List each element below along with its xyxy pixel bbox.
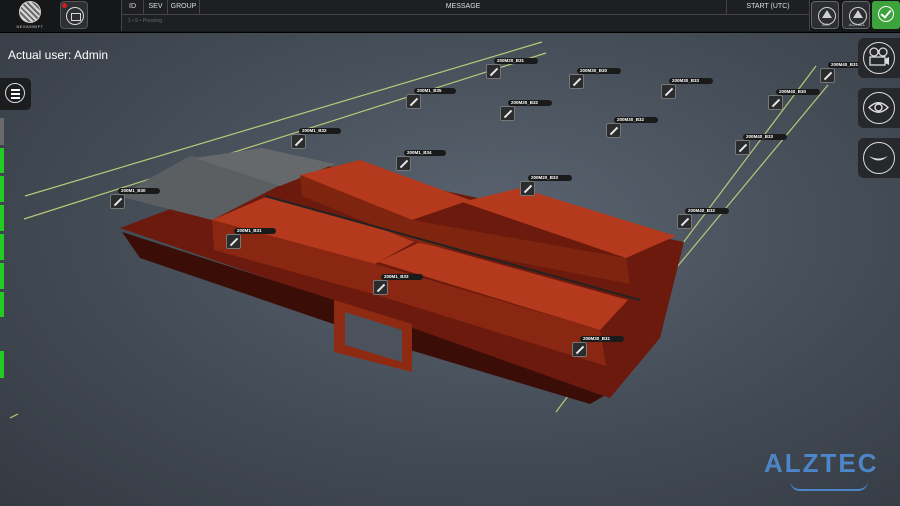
status-indicator <box>0 148 4 173</box>
status-indicator <box>0 118 4 145</box>
sensor-label: 200M30_B30 <box>577 68 622 74</box>
sensor-icon <box>110 194 125 209</box>
sensor-icon <box>396 156 411 171</box>
status-indicator <box>0 263 4 289</box>
sensor-label: 200M1_B33 <box>381 274 423 280</box>
view-button[interactable] <box>858 88 900 128</box>
sensor-label: 200M20_B31 <box>494 58 539 64</box>
sensor-icon <box>500 106 515 121</box>
sensor-label: 200M1_B30 <box>118 188 160 194</box>
sensor-label: 200M40_B33 <box>743 134 788 140</box>
hide-icon <box>863 142 895 174</box>
monitor-icon <box>66 7 84 25</box>
sensor-label: 200M20_B33 <box>528 175 573 181</box>
ack-label: ACK <box>821 22 831 27</box>
top-bar: NEXASWIFT ID SEV GROUP MESSAGE START (UT… <box>0 0 900 33</box>
sensor-label: 200M30_B33 <box>669 78 714 84</box>
sensor-icon <box>677 214 692 229</box>
actual-user-label: Actual user: Admin <box>8 48 109 62</box>
status-indicator <box>0 176 4 202</box>
sensor-icon <box>520 181 535 196</box>
confirm-button[interactable] <box>872 1 900 29</box>
column-header-id[interactable]: ID <box>122 0 144 14</box>
monitor-button[interactable] <box>60 1 88 29</box>
ack-button[interactable]: ACK <box>811 1 839 29</box>
alarm-table-header: ID SEV GROUP MESSAGE START (UTC) <box>122 0 809 15</box>
column-header-start[interactable]: START (UTC) <box>727 0 809 14</box>
checkmark-icon <box>878 6 894 22</box>
app-logo: NEXASWIFT <box>8 1 52 31</box>
guide-line <box>9 413 19 419</box>
sensor-label: 200M1_B31 <box>234 228 276 234</box>
sensor-icon <box>768 95 783 110</box>
alarm-row[interactable]: 1 • 5 • Pressing <box>122 15 809 27</box>
sensor-label: 200M30_B32 <box>614 117 659 123</box>
camera-icon <box>863 42 895 74</box>
sensor-icon <box>406 94 421 109</box>
brand-logo: ALZTEC <box>764 448 879 478</box>
status-indicator <box>0 292 4 317</box>
eye-icon <box>863 92 895 124</box>
menu-button[interactable] <box>0 78 31 110</box>
status-indicator <box>0 351 4 378</box>
notification-dot <box>62 3 67 8</box>
column-header-message[interactable]: MESSAGE <box>200 0 727 14</box>
sensor-label: 200M30_B31 <box>580 336 625 342</box>
sensor-label: 200M1_B32 <box>299 128 341 134</box>
sensor-label: 200M1_B34 <box>404 150 446 156</box>
sensor-icon <box>373 280 388 295</box>
sensor-icon <box>820 68 835 83</box>
sensor-label: 200M40_B30 <box>776 89 821 95</box>
sensor-icon <box>226 234 241 249</box>
machine-3d-view[interactable] <box>0 0 900 506</box>
sensor-icon <box>291 134 306 149</box>
ack-all-button[interactable]: ACK ALL <box>842 1 870 29</box>
status-indicator <box>0 205 4 231</box>
hide-button[interactable] <box>858 138 900 178</box>
sensor-icon <box>735 140 750 155</box>
status-indicator <box>0 234 4 260</box>
sensor-icon <box>606 123 621 138</box>
hamburger-icon <box>5 83 25 103</box>
sensor-icon <box>661 84 676 99</box>
logo-icon <box>19 1 41 23</box>
camera-button[interactable] <box>858 38 900 78</box>
sensor-icon <box>572 342 587 357</box>
column-header-sev[interactable]: SEV <box>144 0 168 14</box>
sensor-label: 200M40_B32 <box>685 208 730 214</box>
sensor-label: 200M1_B35 <box>414 88 456 94</box>
sensor-label: 200M20_B32 <box>508 100 553 106</box>
ack-all-label: ACK ALL <box>848 22 866 27</box>
column-header-group[interactable]: GROUP <box>168 0 200 14</box>
sensor-icon <box>569 74 584 89</box>
alarm-table[interactable]: ID SEV GROUP MESSAGE START (UTC) 1 • 5 •… <box>121 0 810 31</box>
logo-text: NEXASWIFT <box>16 24 44 29</box>
brand-logo-swoosh <box>790 481 868 491</box>
sensor-icon <box>486 64 501 79</box>
